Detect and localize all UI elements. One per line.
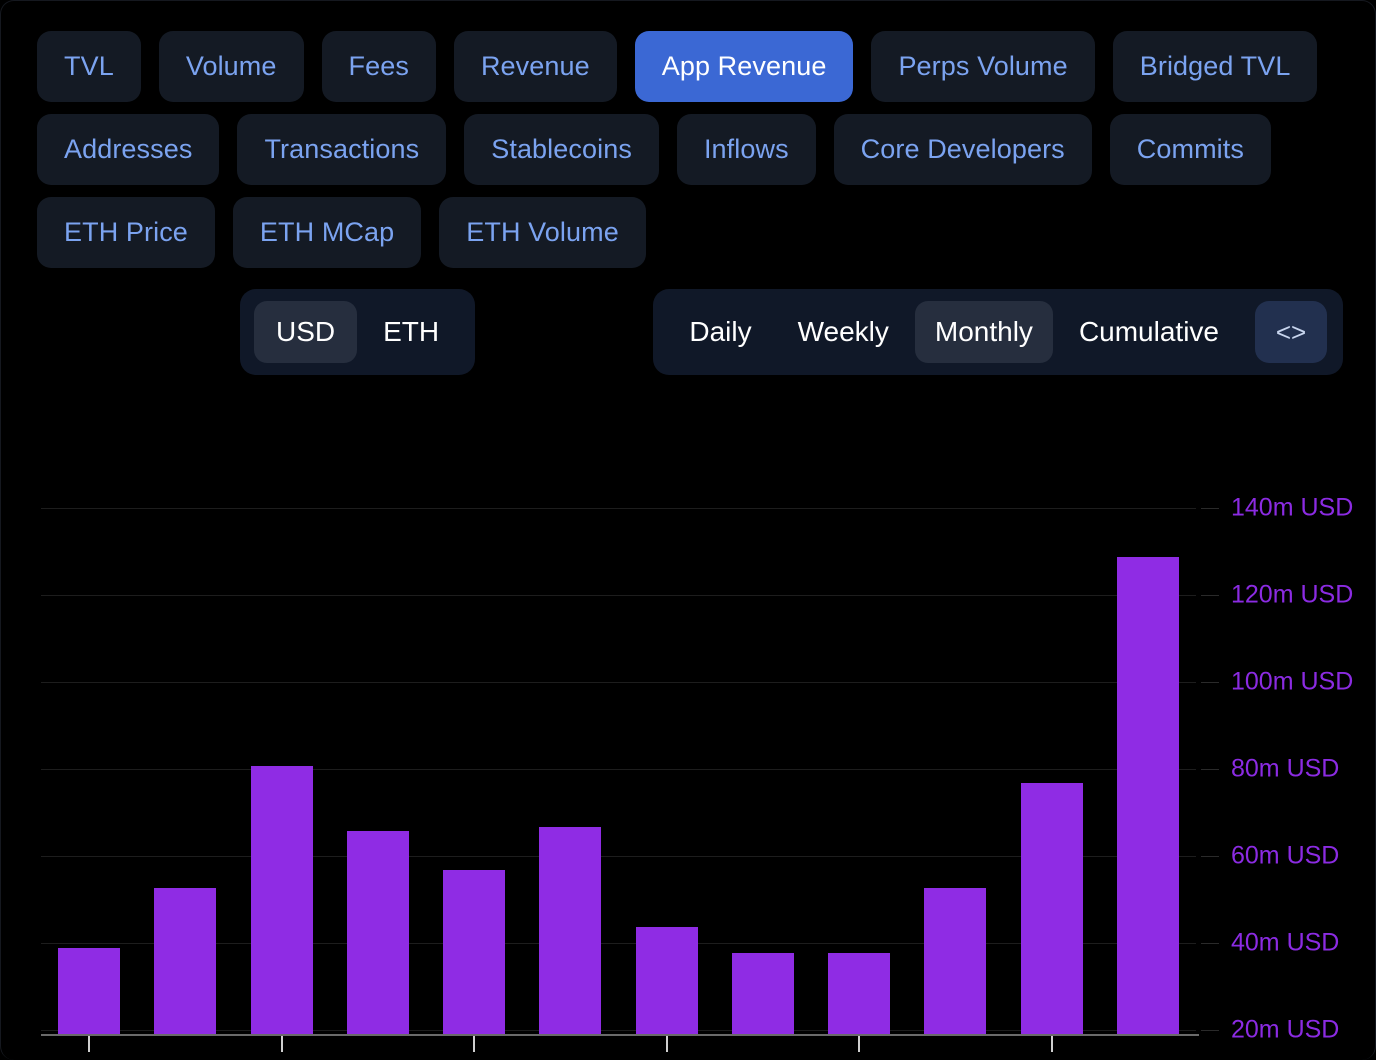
- chart-x-axis-line: [41, 1034, 1199, 1036]
- y-axis-tick: [1201, 769, 1219, 770]
- metric-chip-inflows[interactable]: Inflows: [677, 114, 816, 185]
- denomination-option-eth[interactable]: ETH: [361, 301, 461, 363]
- metric-chip-commits[interactable]: Commits: [1110, 114, 1271, 185]
- y-axis-label: 140m USD: [1231, 494, 1353, 523]
- y-axis-tick: [1201, 1030, 1219, 1031]
- app-root: TVL Volume Fees Revenue App Revenue Perp…: [0, 0, 1376, 1060]
- metric-chip-stablecoins[interactable]: Stablecoins: [464, 114, 659, 185]
- chart-bar[interactable]: [1021, 783, 1083, 1034]
- metric-chip-addresses[interactable]: Addresses: [37, 114, 219, 185]
- chart-bar[interactable]: [539, 827, 601, 1034]
- chart-plot[interactable]: 140m USD120m USD100m USD80m USD60m USD40…: [41, 471, 1196, 1044]
- y-axis-tick: [1201, 508, 1219, 509]
- y-axis-tick: [1201, 682, 1219, 683]
- y-axis-label: 80m USD: [1231, 754, 1339, 783]
- x-axis-tick: [281, 1036, 283, 1052]
- y-axis-label: 120m USD: [1231, 580, 1353, 609]
- x-axis-tick: [858, 1036, 860, 1052]
- interval-toggle-group: Daily Weekly Monthly Cumulative <>: [653, 289, 1343, 375]
- metric-chip-volume[interactable]: Volume: [159, 31, 304, 102]
- y-axis-tick: [1201, 943, 1219, 944]
- metric-chip-fees[interactable]: Fees: [322, 31, 436, 102]
- x-axis-tick: [473, 1036, 475, 1052]
- code-embed-icon[interactable]: <>: [1255, 301, 1327, 363]
- y-axis-label: 20m USD: [1231, 1015, 1339, 1044]
- interval-option-daily[interactable]: Daily: [669, 301, 771, 363]
- y-axis-tick: [1201, 595, 1219, 596]
- metric-chip-revenue[interactable]: Revenue: [454, 31, 617, 102]
- y-axis-label: 60m USD: [1231, 841, 1339, 870]
- metric-chip-eth-price[interactable]: ETH Price: [37, 197, 215, 268]
- metric-chip-bridged-tvl[interactable]: Bridged TVL: [1113, 31, 1318, 102]
- interval-option-weekly[interactable]: Weekly: [778, 301, 909, 363]
- chart-bar[interactable]: [347, 831, 409, 1034]
- metric-chip-rows: TVL Volume Fees Revenue App Revenue Perp…: [1, 1, 1375, 268]
- chart-bar[interactable]: [154, 888, 216, 1034]
- metric-chip-core-developers[interactable]: Core Developers: [834, 114, 1092, 185]
- chart-bar[interactable]: [58, 948, 120, 1034]
- chart-bar[interactable]: [251, 766, 313, 1034]
- y-axis-label: 40m USD: [1231, 928, 1339, 957]
- chart-container: 140m USD 120m USD 100m USD 80m USD 60m USD 40…: [1, 441, 1376, 1060]
- metric-chip-row-3: ETH Price ETH MCap ETH Volume: [37, 197, 1345, 268]
- chart-controls: USD ETH Daily Weekly Monthly Cumulative …: [1, 289, 1375, 375]
- chart-bars: [41, 481, 1196, 1034]
- metric-chip-eth-mcap[interactable]: ETH MCap: [233, 197, 421, 268]
- chart-bar[interactable]: [443, 870, 505, 1034]
- denomination-option-usd[interactable]: USD: [254, 301, 357, 363]
- chart-bar[interactable]: [1117, 557, 1179, 1034]
- x-axis-tick: [666, 1036, 668, 1052]
- chart-bar[interactable]: [732, 953, 794, 1034]
- metric-chip-transactions[interactable]: Transactions: [237, 114, 446, 185]
- metric-chip-row-1: TVL Volume Fees Revenue App Revenue Perp…: [37, 31, 1345, 102]
- metric-chip-app-revenue[interactable]: App Revenue: [635, 31, 854, 102]
- interval-option-cumulative[interactable]: Cumulative: [1059, 301, 1239, 363]
- y-axis-tick: [1201, 856, 1219, 857]
- interval-option-monthly[interactable]: Monthly: [915, 301, 1053, 363]
- x-axis-tick: [88, 1036, 90, 1052]
- metric-chip-tvl[interactable]: TVL: [37, 31, 141, 102]
- chart-bar[interactable]: [636, 927, 698, 1034]
- metric-chip-eth-volume[interactable]: ETH Volume: [439, 197, 646, 268]
- metric-chip-perps-volume[interactable]: Perps Volume: [871, 31, 1094, 102]
- chart-bar[interactable]: [924, 888, 986, 1034]
- y-axis-label: 100m USD: [1231, 667, 1353, 696]
- chart-bar[interactable]: [828, 953, 890, 1034]
- metric-chip-row-2: Addresses Transactions Stablecoins Inflo…: [37, 114, 1345, 185]
- x-axis-tick: [1051, 1036, 1053, 1052]
- denomination-toggle-group: USD ETH: [240, 289, 475, 375]
